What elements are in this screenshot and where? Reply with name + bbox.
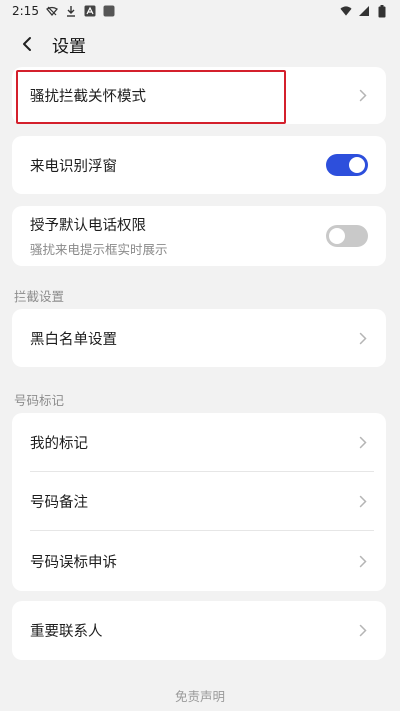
back-button[interactable] [16,33,38,55]
signal-icon [358,5,370,17]
battery-icon [376,4,388,17]
section-block-label: 拦截设置 [14,289,65,304]
row-black-white-list-label: 黑白名单设置 [30,331,117,348]
a-icon [84,5,96,17]
chevron-left-icon [23,37,31,51]
chevron-right-icon [358,495,368,509]
row-important-contacts[interactable]: 重要联系人 [12,601,386,660]
row-number-note-label: 号码备注 [30,495,88,511]
row-default-phone-sub: 骚扰来电提示框实时展示 [30,242,168,257]
row-important-contacts-label: 重要联系人 [30,624,103,640]
section-mark-label: 号码标记 [14,393,65,408]
row-care-mode[interactable]: 骚扰拦截关怀模式 [12,67,386,124]
chevron-right-icon [358,554,368,568]
row-mislabel-appeal[interactable]: 号码误标申诉 [12,531,386,591]
call-float-toggle[interactable] [326,154,368,176]
chevron-right-icon [358,436,368,450]
card-default-phone: 授予默认电话权限 骚扰来电提示框实时展示 [12,206,386,266]
row-default-phone-label: 授予默认电话权限 [30,218,146,234]
card-call-float: 来电识别浮窗 [12,136,386,194]
row-default-phone[interactable]: 授予默认电话权限 骚扰来电提示框实时展示 [12,206,386,266]
status-time: 2:15 [12,4,39,18]
card-important-contacts: 重要联系人 [12,601,386,660]
row-number-note[interactable]: 号码备注 [12,472,386,531]
status-bar: 2:15 [0,0,400,22]
disclaimer-link[interactable]: 免责声明 [0,686,400,705]
row-call-float-label: 来电识别浮窗 [30,158,117,175]
card-number-mark: 我的标记 号码备注 号码误标申诉 [12,413,386,591]
download-icon [65,5,77,17]
row-mislabel-appeal-label: 号码误标申诉 [30,554,117,571]
card-block-list: 黑白名单设置 [12,309,386,367]
default-phone-toggle[interactable] [326,225,368,247]
row-black-white-list[interactable]: 黑白名单设置 [12,309,386,367]
row-my-mark[interactable]: 我的标记 [12,413,386,472]
row-call-float[interactable]: 来电识别浮窗 [12,136,386,194]
square-icon [103,5,115,17]
page-title: 设置 [52,36,86,57]
screen: 2:15 设置 骚扰拦截关怀模式 来电识别浮窗 授予默认电话权限 骚扰来电提示框… [0,0,400,711]
wifi-icon [340,5,352,17]
chevron-right-icon [358,331,368,345]
chevron-right-icon [358,89,368,103]
row-care-mode-label: 骚扰拦截关怀模式 [30,89,146,105]
app-bar: 设置 [0,22,400,66]
row-my-mark-label: 我的标记 [30,436,88,452]
vpn-icon [45,5,58,17]
card-care-mode: 骚扰拦截关怀模式 [12,67,386,124]
chevron-right-icon [358,624,368,638]
